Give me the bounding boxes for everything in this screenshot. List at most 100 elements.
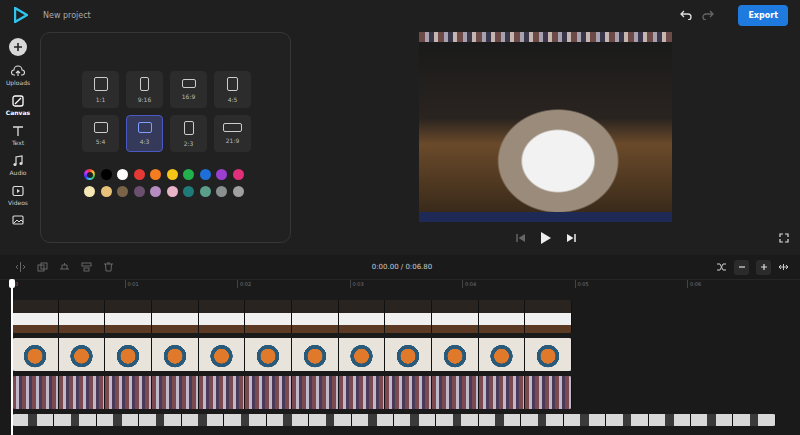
undo-icon[interactable] <box>680 10 692 20</box>
color-picker-icon[interactable] <box>84 169 95 180</box>
clip-thumbnail <box>139 414 181 426</box>
playhead[interactable] <box>11 279 13 435</box>
clip-thumbnail <box>12 338 59 371</box>
background-colors <box>82 169 290 197</box>
aspect-ratio-option[interactable]: 21:9 <box>214 115 251 152</box>
clip-thumbnail <box>292 338 339 371</box>
plus-icon <box>760 263 768 271</box>
clip-thumbnail <box>394 414 436 426</box>
clip-thumbnail <box>12 376 59 409</box>
color-swatch[interactable] <box>150 169 161 180</box>
color-swatch[interactable] <box>101 169 112 180</box>
clip-thumbnail <box>432 376 479 409</box>
export-button[interactable]: Export <box>738 5 788 26</box>
color-swatch[interactable] <box>84 186 95 197</box>
rail-item[interactable]: Text <box>12 125 24 146</box>
color-swatch[interactable] <box>134 169 145 180</box>
ruler-tick: 0:06 <box>687 280 800 288</box>
zoom-in-button[interactable] <box>756 260 771 275</box>
aspect-ratio-option[interactable]: 16:9 <box>170 71 207 108</box>
zoom-out-button[interactable] <box>734 260 749 275</box>
clip-thumbnail <box>339 338 386 371</box>
color-swatch[interactable] <box>233 186 244 197</box>
rail-item[interactable]: Canvas <box>6 95 30 116</box>
aspect-ratio-option[interactable]: 4:5 <box>214 71 251 108</box>
color-swatch[interactable] <box>200 169 211 180</box>
clip-thumbnail <box>385 300 432 333</box>
color-swatch[interactable] <box>200 186 211 197</box>
clip-thumbnail <box>199 376 246 409</box>
color-swatch[interactable] <box>216 169 227 180</box>
color-swatch[interactable] <box>167 186 178 197</box>
ratio-shape-icon <box>182 79 196 88</box>
redo-icon[interactable] <box>702 10 714 20</box>
detach-icon[interactable] <box>81 262 92 272</box>
clip-thumbnail <box>105 300 152 333</box>
clip-thumbnail <box>245 338 292 371</box>
color-swatch[interactable] <box>101 186 112 197</box>
color-swatch[interactable] <box>117 169 128 180</box>
color-swatch[interactable] <box>183 186 194 197</box>
skip-forward-icon[interactable] <box>566 233 576 243</box>
ruler-tick: 0 <box>12 280 125 288</box>
clip-thumbnail <box>12 300 59 333</box>
video-clip[interactable] <box>12 300 572 333</box>
clip-thumbnail <box>54 414 96 426</box>
rail-item[interactable] <box>12 215 24 229</box>
trim-icon[interactable] <box>59 262 70 272</box>
clip-thumbnail <box>245 376 292 409</box>
color-swatch[interactable] <box>134 186 145 197</box>
aspect-ratio-option[interactable]: 5:4 <box>82 115 119 152</box>
ratio-shape-icon <box>94 77 108 91</box>
clip-thumbnail <box>479 414 521 426</box>
split-icon[interactable] <box>15 262 26 272</box>
top-bar: New project Export <box>0 0 800 30</box>
aspect-ratio-option[interactable]: 1:1 <box>82 71 119 108</box>
video-clip[interactable] <box>12 376 572 409</box>
color-swatch[interactable] <box>233 169 244 180</box>
clip-thumbnail <box>339 300 386 333</box>
rail-item[interactable]: Uploads <box>6 65 30 86</box>
aspect-ratio-option[interactable]: 2:3 <box>170 115 207 152</box>
add-button[interactable] <box>9 38 27 56</box>
clip-thumbnail <box>436 414 478 426</box>
project-title[interactable]: New project <box>43 11 91 20</box>
color-swatch[interactable] <box>150 186 161 197</box>
video-clip[interactable] <box>12 338 572 371</box>
fit-icon[interactable] <box>778 262 789 272</box>
clip-thumbnail <box>105 338 152 371</box>
color-swatch[interactable] <box>167 169 178 180</box>
clip-thumbnail <box>385 338 432 371</box>
color-swatch[interactable] <box>117 186 128 197</box>
skip-back-icon[interactable] <box>516 233 526 243</box>
clip-thumbnail <box>525 300 572 333</box>
timeline-toolbar: 0:00.00 / 0:06.80 <box>0 255 800 280</box>
ruler-tick: 0:01 <box>125 280 238 288</box>
clip-thumbnail <box>432 338 479 371</box>
delete-icon[interactable] <box>103 262 114 272</box>
clip-thumbnail <box>199 338 246 371</box>
clip-thumbnail <box>245 300 292 333</box>
minus-icon <box>738 263 746 271</box>
time-ruler: 00:010:020:030:040:050:06 <box>0 280 800 300</box>
magnet-icon[interactable] <box>716 262 727 272</box>
ruler-tick: 0:03 <box>350 280 463 288</box>
rail-item[interactable]: Audio <box>9 155 26 176</box>
video-clip[interactable] <box>12 414 776 426</box>
text-icon <box>12 125 24 137</box>
color-swatch[interactable] <box>216 186 227 197</box>
ruler-tick: 0:04 <box>462 280 575 288</box>
aspect-ratio-option[interactable]: 9:16 <box>126 71 163 108</box>
logo-icon[interactable] <box>14 7 28 23</box>
clip-thumbnail <box>224 414 266 426</box>
rail-item[interactable]: Videos <box>8 185 28 206</box>
video-editor: New project Export Uploads Canvas Text Audio V… <box>0 0 800 435</box>
clip-thumbnail <box>105 376 152 409</box>
color-swatch[interactable] <box>183 169 194 180</box>
duplicate-icon[interactable] <box>37 262 48 272</box>
ratio-shape-icon <box>94 122 108 134</box>
play-icon[interactable] <box>540 231 552 245</box>
aspect-ratio-grid: 1:19:1616:94:5 5:44:32:321:9 <box>82 71 290 152</box>
aspect-ratio-option[interactable]: 4:3 <box>126 115 163 152</box>
fullscreen-icon[interactable] <box>779 233 789 243</box>
